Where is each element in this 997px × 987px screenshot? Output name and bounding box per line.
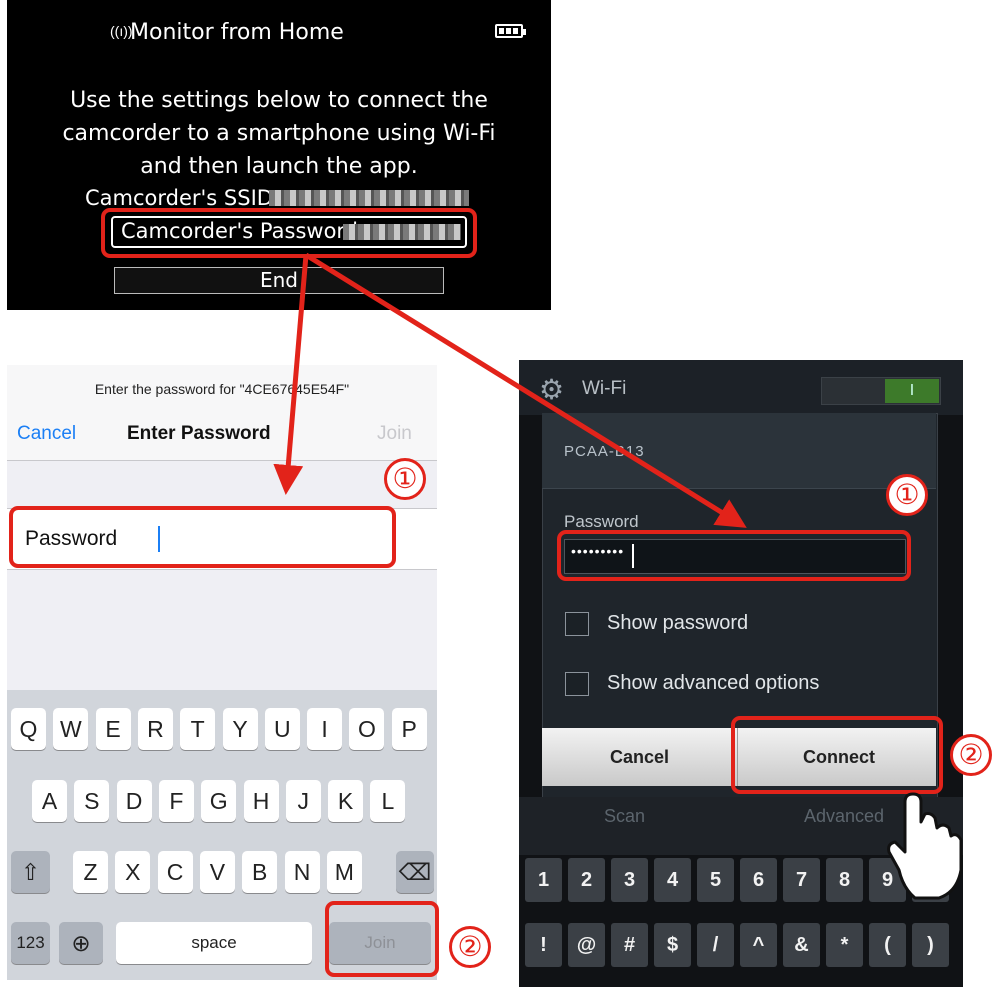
key-l[interactable]: L [370,780,406,822]
scan-row [519,797,963,855]
numkey-4[interactable]: 5 [697,858,734,902]
key-b[interactable]: B [242,851,278,893]
ios-title: Enter Password [127,423,271,444]
key-m[interactable]: M [326,851,362,893]
numkey-1[interactable]: 2 [568,858,605,902]
connect-highlight [731,716,943,794]
key-y[interactable]: Y [222,708,258,750]
numkey-3[interactable]: $ [654,923,691,967]
battery-icon [495,24,526,38]
toggle-on-label: I [885,379,939,403]
numkey-9[interactable]: 0 [912,858,949,902]
ios-join-nav-button[interactable]: Join [377,423,412,445]
end-button[interactable]: End [114,267,444,294]
globe-key-icon[interactable]: ⊕ [59,922,103,964]
numkey-0[interactable]: ! [525,923,562,967]
key-o[interactable]: O [349,708,385,750]
join-key-highlight [325,901,439,977]
step2-marker-ios: ② [449,926,491,968]
key-g[interactable]: G [201,780,237,822]
key-j[interactable]: J [285,780,321,822]
android-input-highlight [557,530,911,581]
key-t[interactable]: T [180,708,216,750]
password-highlight [101,208,477,258]
scan-button[interactable]: Scan [604,806,645,827]
advanced-button[interactable]: Advanced [804,806,884,827]
key-u[interactable]: U [264,708,300,750]
key-x[interactable]: X [115,851,151,893]
show-password-label: Show password [607,612,749,634]
key-p[interactable]: P [391,708,427,750]
key-r[interactable]: R [137,708,173,750]
numkey-7[interactable]: 8 [826,858,863,902]
ios-prompt: Enter the password for "4CE67645E54F" [94,381,350,397]
numbers-key[interactable]: 123 [11,922,50,964]
ios-cancel-button[interactable]: Cancel [17,423,76,445]
numkey-0[interactable]: 1 [525,858,562,902]
numkey-1[interactable]: @ [568,923,605,967]
key-v[interactable]: V [199,851,235,893]
delete-key-icon[interactable]: ⌫ [396,851,434,893]
android-cancel-button[interactable]: Cancel [542,728,738,786]
camcorder-title: Monitor from Home [130,20,344,45]
numkey-7[interactable]: * [826,923,863,967]
key-n[interactable]: N [284,851,320,893]
key-f[interactable]: F [158,780,194,822]
camcorder-screen: ((ı)) Monitor from Home Use the settings… [7,0,551,310]
ssid-label: Camcorder's SSID: [85,186,281,210]
key-a[interactable]: A [32,780,67,822]
ios-navbar [7,365,437,461]
step1-marker-android: ① [886,474,928,516]
numkey-5[interactable]: 6 [740,858,777,902]
key-q[interactable]: Q [11,708,46,750]
key-h[interactable]: H [243,780,279,822]
numkey-2[interactable]: 3 [611,858,648,902]
numkey-5[interactable]: ^ [740,923,777,967]
key-i[interactable]: I [307,708,343,750]
step2-marker-android: ② [950,734,992,776]
numkey-2[interactable]: # [611,923,648,967]
numkey-8[interactable]: ( [869,923,906,967]
key-e[interactable]: E [95,708,131,750]
camcorder-message: Use the settings below to connect the ca… [62,88,496,179]
numkey-8[interactable]: 9 [869,858,906,902]
numkey-4[interactable]: / [697,923,734,967]
android-title: Wi-Fi [582,378,627,399]
key-s[interactable]: S [74,780,110,822]
ios-field-highlight [9,506,396,568]
numkey-6[interactable]: 7 [783,858,820,902]
ssid-value-blurred [269,190,469,206]
shift-key-icon[interactable]: ⇧ [11,851,50,893]
key-z[interactable]: Z [73,851,108,893]
settings-gear-icon: ⚙ [539,374,565,405]
android-screen: ⚙ Wi-Fi I PCAA-B13 Password ••••••••• Sh… [519,360,963,987]
key-c[interactable]: C [157,851,193,893]
android-password-label: Password [564,512,639,531]
space-key[interactable]: space [116,922,312,964]
ios-screen: Enter the password for "4CE67645E54F" Ca… [7,365,439,980]
key-w[interactable]: W [53,708,89,750]
show-advanced-checkbox[interactable] [565,672,589,696]
numkey-6[interactable]: & [783,923,820,967]
key-k[interactable]: K [328,780,364,822]
key-d[interactable]: D [116,780,152,822]
show-advanced-label: Show advanced options [607,672,820,694]
step1-marker-ios: ① [384,458,426,500]
numkey-9[interactable]: ) [912,923,949,967]
numkey-3[interactable]: 4 [654,858,691,902]
wifi-toggle[interactable]: I [821,377,941,405]
show-password-checkbox[interactable] [565,612,589,636]
network-name: PCAA-B13 [564,443,645,460]
